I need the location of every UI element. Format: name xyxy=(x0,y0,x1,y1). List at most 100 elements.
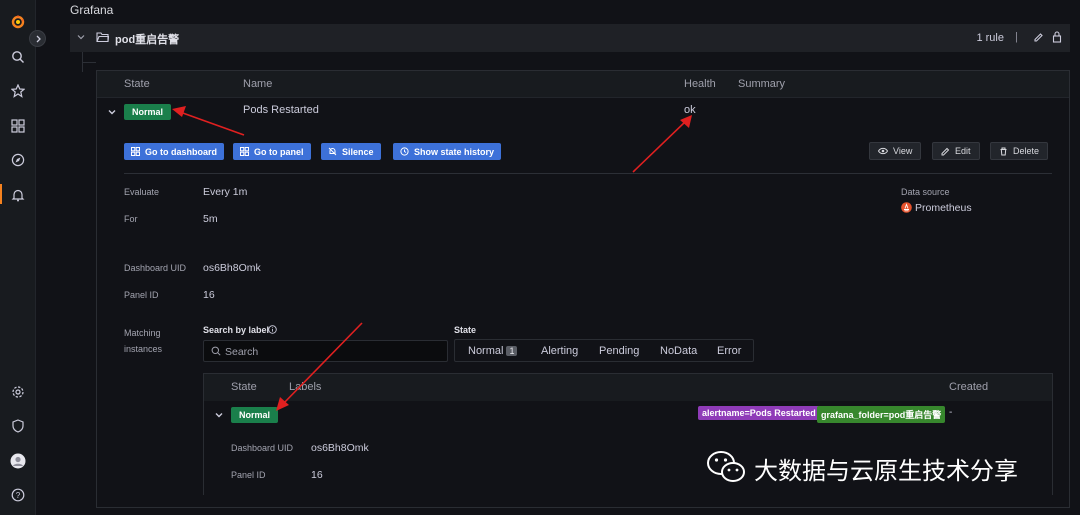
rule-count: 1 rule xyxy=(976,32,1004,44)
server-admin-shield-icon[interactable] xyxy=(8,416,28,436)
bell-slash-icon xyxy=(328,147,337,156)
explore-compass-icon[interactable] xyxy=(8,150,28,170)
search-field[interactable] xyxy=(203,340,448,362)
instance-panel-id-label: Panel ID xyxy=(231,470,266,480)
wechat-watermark: 大数据与云原生技术分享 xyxy=(706,450,1018,487)
header-health: Health xyxy=(684,78,716,90)
state-option-alerting[interactable]: Alerting xyxy=(541,345,578,357)
instances-header-labels: Labels xyxy=(289,381,322,393)
svg-text:?: ? xyxy=(16,491,21,500)
search-icon xyxy=(211,346,221,359)
instance-state-badge: Normal xyxy=(231,407,279,423)
rules-table: State Name Health Summary Normal Pods Re… xyxy=(96,70,1070,508)
divider xyxy=(124,173,1052,174)
state-option-pending[interactable]: Pending xyxy=(599,345,639,357)
edit-button[interactable]: Edit xyxy=(932,142,980,160)
instance-created: - xyxy=(949,407,953,418)
separator: | xyxy=(1015,31,1018,43)
state-option-normal-label: Normal xyxy=(468,345,504,357)
wechat-logo-icon xyxy=(706,450,746,487)
for-value: 5m xyxy=(203,213,218,225)
go-to-dashboard-button[interactable]: Go to dashboard xyxy=(124,143,224,160)
instances-table-header: State Labels Created xyxy=(204,374,1052,401)
show-state-history-button[interactable]: Show state history xyxy=(393,143,502,160)
instance-panel-id-value: 16 xyxy=(311,469,323,481)
eye-icon xyxy=(878,147,888,155)
evaluate-label: Evaluate xyxy=(124,187,160,197)
history-icon xyxy=(400,147,409,156)
prometheus-logo-icon xyxy=(901,202,912,216)
rules-table-header: State Name Health Summary xyxy=(97,71,1069,98)
instances-header-state: State xyxy=(231,381,257,393)
search-input[interactable] xyxy=(225,344,435,359)
header-state: State xyxy=(124,78,150,90)
namespace-title: Grafana xyxy=(70,3,114,17)
chevron-down-icon[interactable] xyxy=(214,410,224,423)
view-label: View xyxy=(893,146,913,156)
dashboards-icon xyxy=(131,147,140,156)
state-option-error[interactable]: Error xyxy=(717,345,741,357)
silence-label: Silence xyxy=(342,146,374,157)
edit-label: Edit xyxy=(955,146,971,156)
instances-header-created: Created xyxy=(949,381,989,393)
show-state-history-label: Show state history xyxy=(414,146,495,157)
configuration-gear-icon[interactable] xyxy=(8,382,28,402)
alerting-bell-icon[interactable] xyxy=(8,185,28,205)
for-label: For xyxy=(124,214,138,224)
search-by-label-heading: Search by label xyxy=(203,325,270,335)
tree-connector xyxy=(82,62,96,63)
chevron-down-icon[interactable] xyxy=(107,107,117,120)
evaluate-value: Every 1m xyxy=(203,186,248,198)
watermark-text: 大数据与云原生技术分享 xyxy=(754,457,1018,485)
dashboard-uid-value: os6Bh8Omk xyxy=(203,262,261,274)
go-to-panel-label: Go to panel xyxy=(254,146,304,157)
state-option-nodata[interactable]: NoData xyxy=(660,345,697,357)
rule-health: ok xyxy=(684,104,696,116)
folder-name: pod重启告警 xyxy=(115,34,180,46)
header-name: Name xyxy=(243,78,273,90)
starred-icon[interactable] xyxy=(8,81,28,101)
sidebar-expand-button[interactable] xyxy=(29,30,46,47)
state-badge: Normal xyxy=(124,104,172,120)
silence-button[interactable]: Silence xyxy=(321,143,381,160)
matching-instances-label-2: instances xyxy=(124,344,163,354)
view-button[interactable]: View xyxy=(869,142,922,160)
sidebar-nav: ? xyxy=(0,0,36,515)
datasource-value[interactable]: Prometheus xyxy=(915,202,972,214)
matching-instances-label: Matching xyxy=(124,328,161,338)
dashboards-icon[interactable] xyxy=(8,116,28,136)
delete-button[interactable]: Delete xyxy=(990,142,1049,160)
pen-icon[interactable] xyxy=(1033,32,1044,46)
dashboard-uid-label: Dashboard UID xyxy=(124,263,187,273)
panel-id-label: Panel ID xyxy=(124,290,159,300)
rule-name: Pods Restarted xyxy=(243,104,319,116)
panel-icon xyxy=(240,147,249,156)
instance-dashboard-uid-value: os6Bh8Omk xyxy=(311,442,369,454)
user-avatar[interactable] xyxy=(8,451,28,471)
grafana-logo-icon[interactable] xyxy=(8,12,28,32)
panel-id-value: 16 xyxy=(203,289,215,301)
state-filter-group: Normal 1 Alerting Pending NoData Error xyxy=(454,339,754,362)
label-tag-alertname: alertname=Pods Restarted xyxy=(698,406,820,420)
info-circle-icon[interactable] xyxy=(268,325,277,337)
folder-group-row[interactable]: pod重启告警 1 rule | xyxy=(70,24,1070,52)
delete-label: Delete xyxy=(1013,146,1040,156)
go-to-dashboard-label: Go to dashboard xyxy=(145,146,217,157)
folder-open-icon xyxy=(96,31,110,46)
help-icon[interactable]: ? xyxy=(8,485,28,505)
state-filter-label: State xyxy=(454,325,477,335)
chevron-down-icon[interactable] xyxy=(76,32,86,45)
instance-dashboard-uid-label: Dashboard UID xyxy=(231,443,294,453)
label-tag-folder: grafana_folder=pod重启告警 xyxy=(817,406,946,423)
active-indicator xyxy=(0,184,2,204)
rule-row[interactable]: Normal Pods Restarted ok xyxy=(97,98,1069,125)
lock-icon[interactable] xyxy=(1052,31,1062,46)
trash-icon xyxy=(1000,147,1007,155)
go-to-panel-button[interactable]: Go to panel xyxy=(233,143,311,160)
header-summary: Summary xyxy=(738,78,786,90)
normal-count: 1 xyxy=(506,346,518,356)
search-icon[interactable] xyxy=(8,47,28,67)
datasource-label: Data source xyxy=(901,187,950,197)
pen-icon xyxy=(941,147,950,155)
state-option-normal[interactable]: Normal 1 xyxy=(468,345,518,357)
